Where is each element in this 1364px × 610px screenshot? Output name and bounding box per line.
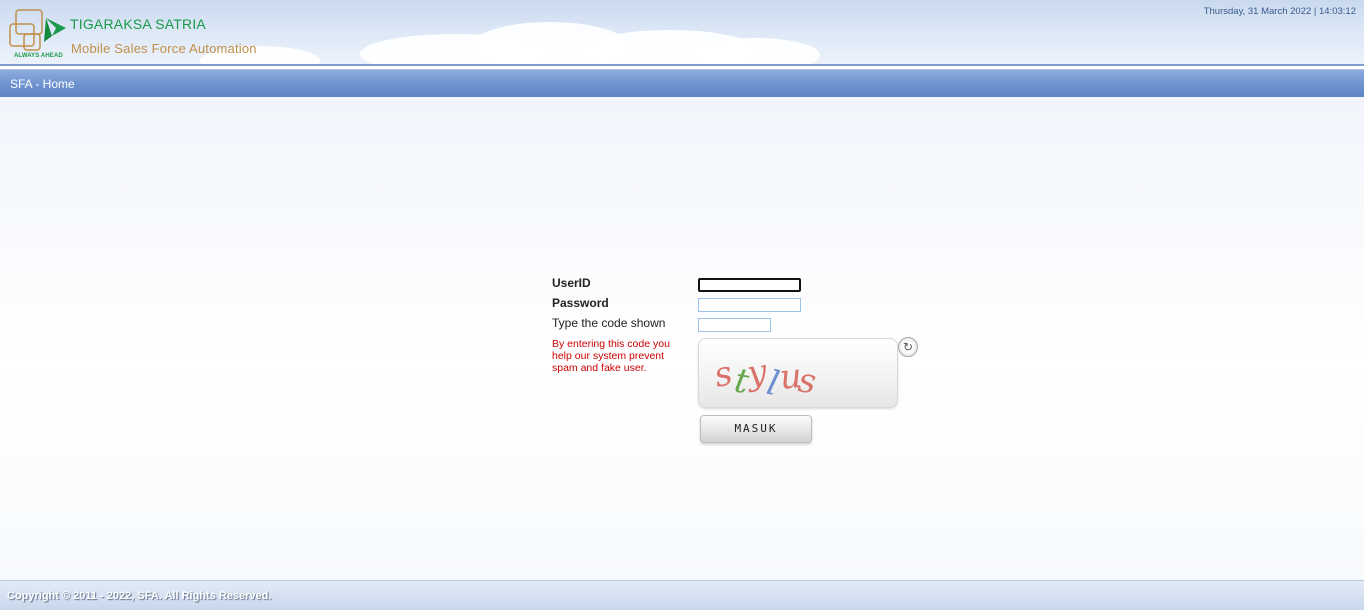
captcha-text: stylus xyxy=(711,352,819,405)
password-label: Password xyxy=(552,296,609,310)
datetime-display: Thursday, 31 March 2022 | 14:03:12 xyxy=(1203,6,1356,17)
brand-subtitle: Mobile Sales Force Automation xyxy=(71,41,257,56)
userid-label: UserID xyxy=(552,276,591,290)
captcha-note: By entering this code you help our syste… xyxy=(552,338,670,374)
code-label: Type the code shown xyxy=(552,316,666,330)
captcha-letter: s xyxy=(711,353,736,396)
brand-title: TIGARAKSA SATRIA xyxy=(70,16,206,32)
cloud-decoration xyxy=(690,38,820,66)
page-title: SFA - Home xyxy=(10,77,75,91)
brand-tagline: ALWAYS AHEAD xyxy=(14,53,63,59)
password-input[interactable] xyxy=(698,298,801,312)
svg-text:stylus: stylus xyxy=(711,352,819,405)
login-button[interactable]: MASUK xyxy=(700,415,812,443)
main-content: UserID Password Type the code shown By e… xyxy=(0,97,1364,580)
refresh-icon[interactable]: ↻ xyxy=(898,337,918,357)
captcha-image: stylus xyxy=(698,338,898,408)
header-divider xyxy=(0,64,1364,66)
captcha-code-input[interactable] xyxy=(698,318,771,332)
nav-bar: SFA - Home xyxy=(0,69,1364,97)
footer: Copyright © 2011 - 2022, SFA. All Rights… xyxy=(0,580,1364,610)
userid-input[interactable] xyxy=(698,278,801,292)
copyright-text: Copyright © 2011 - 2022, SFA. All Rights… xyxy=(7,590,272,602)
header: TIGARAKSA SATRIA Mobile Sales Force Auto… xyxy=(0,0,1364,66)
